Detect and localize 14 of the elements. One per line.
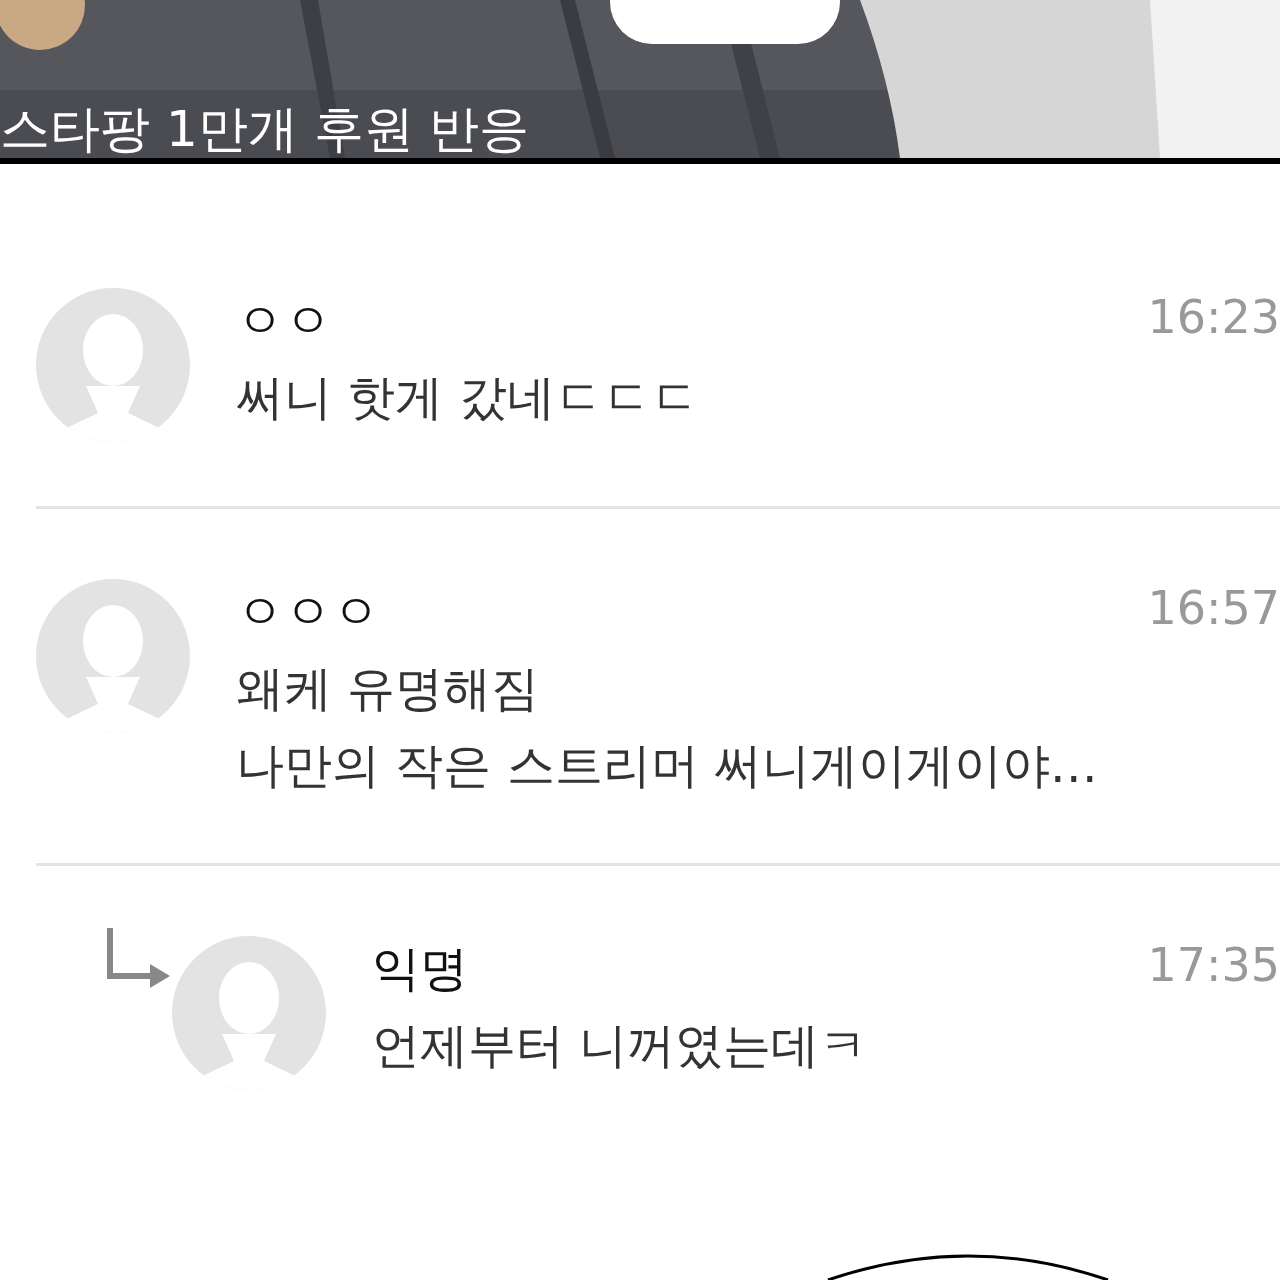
comment-text: 언제부터 니꺼였는데ㅋ (372, 1016, 869, 1076)
avatar-icon (172, 936, 326, 1091)
comment-text: 써니 핫게 갔네ㄷㄷㄷ (236, 367, 700, 427)
avatar-icon (36, 579, 190, 733)
video-title: 스타팡 1만개 후원 반응 (0, 104, 530, 154)
avatar-icon (36, 288, 190, 442)
comment-time: 16:23 (1147, 292, 1280, 343)
comment-time: 16:57 (1147, 583, 1280, 634)
comment-text: 왜케 유명해짐 (236, 658, 541, 718)
comment-author: ㅇㅇㅇ (236, 585, 380, 638)
comment-author: 익명 (372, 942, 468, 996)
comment-text: 나만의 작은 스트리머 써니게이게이야… (236, 735, 1099, 795)
comment-time: 17:35 (1147, 940, 1280, 991)
comment-author: ㅇㅇ (236, 294, 332, 347)
